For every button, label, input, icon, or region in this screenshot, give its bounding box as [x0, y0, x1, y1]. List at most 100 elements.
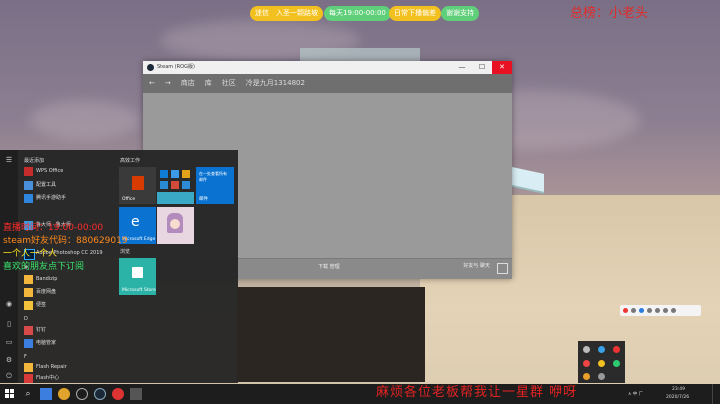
- folder-icon: [24, 288, 33, 297]
- app-label: 钉钉: [36, 327, 47, 333]
- tile-area: 高效工作 Office 在一处查看所有 邮件 邮件 e Microsoft Ed…: [116, 150, 238, 383]
- list-item[interactable]: 配置工具: [24, 180, 56, 191]
- list-item[interactable]: Bandizip: [24, 274, 57, 285]
- list-item[interactable]: WPS Office: [24, 166, 63, 177]
- section-header: D: [24, 316, 28, 322]
- list-item[interactable]: 钉钉: [24, 325, 46, 336]
- overlay-steam-code: steam好友代码：880629019: [3, 236, 128, 246]
- edge-logo-icon: e: [131, 214, 140, 230]
- tray-overflow-popup: [578, 341, 625, 383]
- floating-platform: [508, 166, 544, 192]
- tile-section-header: 浏览: [120, 249, 131, 255]
- steam-titlebar[interactable]: Steam (ROG版) — ☐ ✕: [143, 61, 512, 74]
- tray-icon[interactable]: [583, 346, 590, 353]
- app-label: Flash中心: [36, 375, 60, 381]
- tray-icon[interactable]: [598, 346, 605, 353]
- stream-pill: 日常下播偏差: [389, 6, 441, 21]
- wps-icon: [24, 167, 33, 176]
- app-icon: [160, 181, 168, 189]
- close-button[interactable]: ✕: [492, 61, 512, 74]
- hamburger-icon[interactable]: ☰: [5, 156, 13, 164]
- tray-icon[interactable]: [598, 360, 605, 367]
- list-item[interactable]: 电脑管家: [24, 338, 56, 349]
- app-icon: [182, 181, 190, 189]
- photo-tile[interactable]: [157, 207, 194, 244]
- taskbar-app-icon[interactable]: [76, 388, 88, 400]
- cloud: [30, 100, 140, 140]
- ime-icon: [663, 308, 668, 313]
- office-tile[interactable]: Office: [119, 167, 156, 204]
- stream-pill: 谢谢支持: [441, 6, 479, 21]
- user-icon[interactable]: ◉: [5, 300, 13, 308]
- tile-label: Office: [122, 197, 136, 202]
- list-item[interactable]: Flash Repair: [24, 362, 67, 373]
- store-bag-icon: [132, 267, 143, 278]
- steam-nav-bar: ← → 商店 库 社区 冷是九月1314802: [143, 74, 512, 93]
- section-header: F: [24, 354, 27, 360]
- ime-toolbar[interactable]: [620, 305, 701, 316]
- overlay-line: 一个人一个人: [3, 249, 58, 259]
- downloads-manage-button[interactable]: 下载 管理: [318, 263, 340, 270]
- pictures-icon[interactable]: ▭: [5, 338, 13, 346]
- show-desktop-button[interactable]: [712, 384, 719, 404]
- search-icon[interactable]: ⌕: [22, 388, 34, 400]
- tray-icon[interactable]: [583, 373, 590, 380]
- ime-icon: [631, 308, 636, 313]
- app-label: WPS Office: [36, 168, 64, 174]
- nav-library[interactable]: 库: [205, 74, 212, 93]
- app-icon: [182, 170, 190, 178]
- windows-start-icon[interactable]: [5, 389, 15, 399]
- ime-icon: [671, 308, 676, 313]
- clock-date[interactable]: 2020/7/26: [666, 395, 689, 400]
- tile-label: 邮件: [199, 197, 208, 202]
- taskbar-app-icon[interactable]: [40, 388, 52, 400]
- edge-icon: [171, 170, 179, 178]
- settings-icon[interactable]: ⚙: [5, 356, 13, 364]
- nav-store[interactable]: 商店: [181, 74, 195, 93]
- document-icon[interactable]: ▯: [5, 320, 13, 328]
- app-label: 腾讯手游助手: [36, 195, 67, 201]
- list-item[interactable]: 百度网盘: [24, 287, 56, 298]
- power-icon[interactable]: ⏻: [5, 372, 13, 380]
- config-tool-icon: [24, 181, 33, 190]
- mail-tile[interactable]: 在一处查看所有 邮件 邮件: [196, 167, 234, 204]
- anime-face: [170, 219, 180, 229]
- tray-icon[interactable]: [598, 373, 605, 380]
- taskbar-app-icon[interactable]: [112, 388, 124, 400]
- tile-section-header: 高效工作: [120, 158, 141, 164]
- app-icon: [171, 181, 179, 189]
- fullscreen-icon[interactable]: [497, 263, 508, 274]
- maximize-button[interactable]: ☐: [472, 61, 492, 74]
- apps-group-tile[interactable]: [157, 167, 194, 204]
- app-label: 百度网盘: [36, 289, 57, 295]
- tencent-icon: [24, 194, 33, 203]
- flash-icon: [24, 374, 33, 383]
- friends-chat-button[interactable]: 好友与 聊天: [463, 262, 490, 269]
- section-header: 最近添加: [24, 158, 45, 164]
- pc-manager-icon: [24, 339, 33, 348]
- list-item[interactable]: 腾讯手游助手: [24, 193, 66, 204]
- chrome-icon[interactable]: [58, 388, 70, 400]
- app-label: 电脑管家: [36, 340, 57, 346]
- steam-taskbar-icon[interactable]: [94, 388, 106, 400]
- ime-icon: [639, 308, 644, 313]
- tile-label: Microsoft Store: [122, 288, 156, 293]
- tray-indicators[interactable]: ∧ 中 ㄏ: [628, 391, 643, 397]
- list-item[interactable]: 便签: [24, 300, 46, 311]
- minimize-button[interactable]: —: [452, 61, 472, 74]
- store-tile[interactable]: Microsoft Store: [119, 258, 156, 295]
- nav-profile[interactable]: 冷是九月1314802: [246, 74, 305, 93]
- taskbar: ⌕ ∧ 中 ㄏ 23:49 2020/7/26: [0, 384, 720, 404]
- list-item[interactable]: Flash中心: [24, 373, 59, 384]
- back-button[interactable]: ←: [149, 74, 155, 93]
- clock-time[interactable]: 23:49: [672, 387, 685, 392]
- taskbar-app-icon[interactable]: [130, 388, 142, 400]
- nav-community[interactable]: 社区: [222, 74, 236, 93]
- tray-icon[interactable]: [613, 346, 620, 353]
- skype-icon: [160, 170, 168, 178]
- tray-icon[interactable]: [583, 360, 590, 367]
- forward-button[interactable]: →: [165, 74, 171, 93]
- tray-icon[interactable]: [613, 360, 620, 367]
- app-label: Bandizip: [36, 276, 58, 282]
- distant-structure: [300, 48, 420, 62]
